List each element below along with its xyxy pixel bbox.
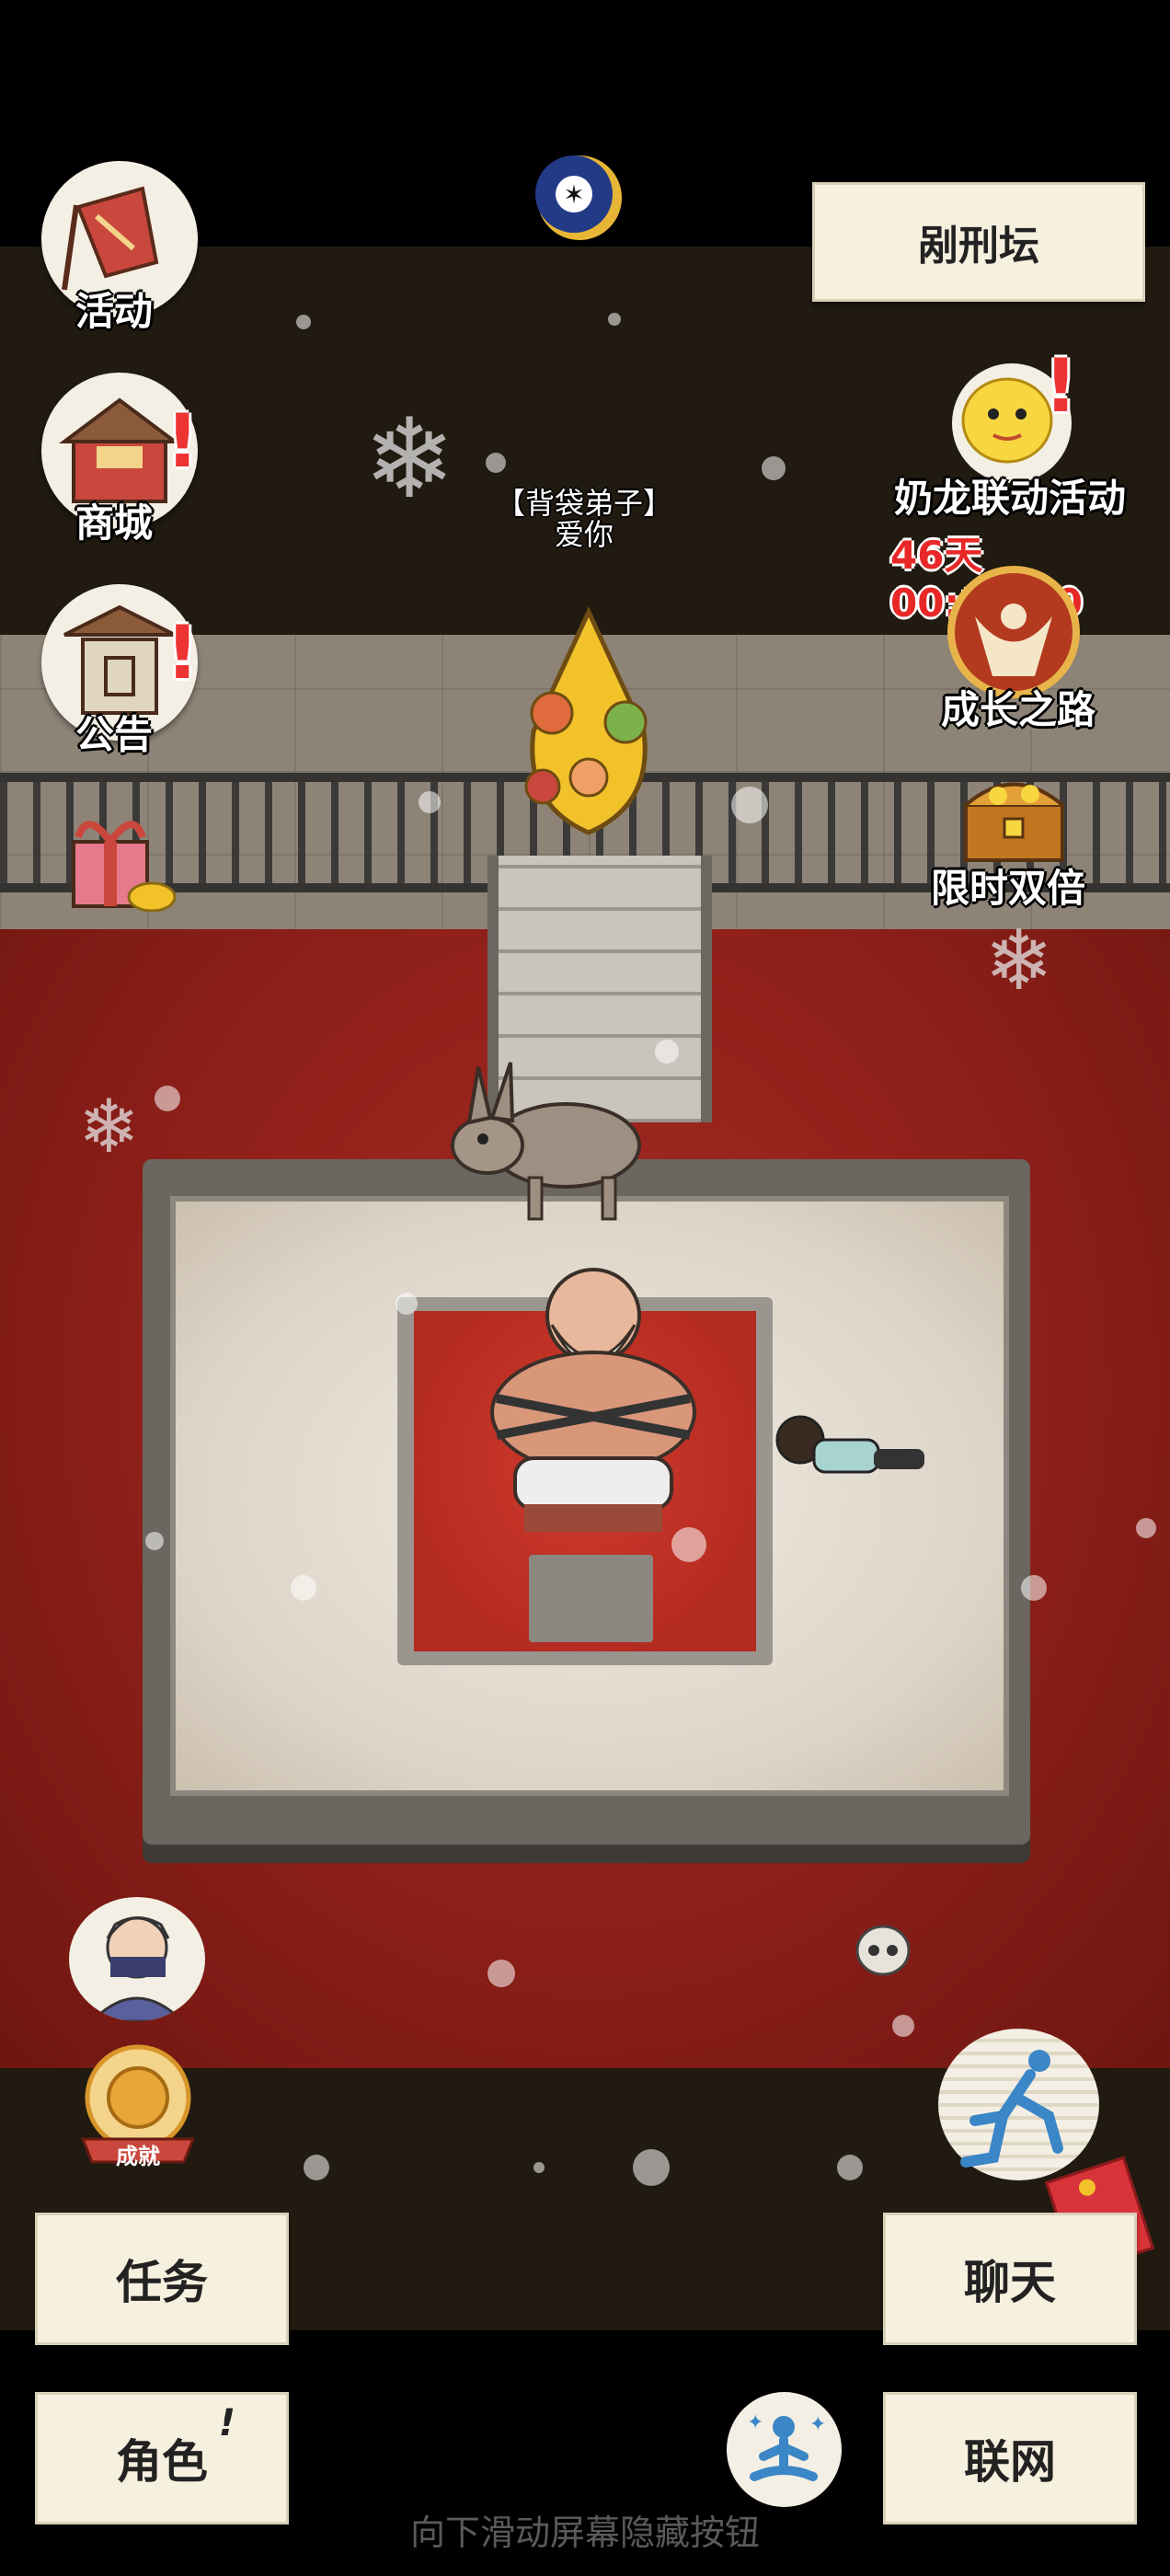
svg-text:✶: ✶ [563,179,584,210]
fallen-disciple[interactable] [773,1398,929,1509]
snow-dot [145,1532,164,1550]
snow-dot [304,2155,329,2180]
night-mode-icon[interactable]: ✶ [533,152,633,244]
snow-dot [633,2149,670,2186]
snow-dot [155,1086,180,1111]
snow-dot [419,791,441,813]
snow-dot [608,313,621,326]
npc-nickname: 爱你 [554,517,614,552]
snowflake-icon: ❄ [78,1084,141,1169]
snowflake-icon: ❄ [363,396,456,523]
snow-dot [296,315,311,329]
snow-dot [533,2162,545,2173]
activity-label: 活动 [75,289,154,334]
character-alert-mark: ! [218,2402,235,2444]
snow-dot [488,1960,515,1987]
skull [855,1925,911,1976]
snow-dot [396,1293,418,1315]
chat-button[interactable]: 聊天 [883,2213,1137,2345]
character-label: 角色 [116,2435,208,2489]
location-title-button[interactable]: 剐刑坛 [812,182,1145,302]
auto-run-button[interactable] [938,2029,1099,2180]
svg-text:✦: ✦ [747,2411,763,2434]
shop-alert-badge: ! [166,398,200,484]
double-reward-label: 限时双倍 [931,866,1086,911]
growth-path-label: 成长之路 [941,687,1096,732]
achievement-label: 成就 [116,2144,160,2169]
treasure-chest-icon [964,782,1064,862]
snow-dot [671,1527,706,1562]
task-button[interactable]: 任务 [35,2213,289,2345]
notice-label: 公告 [75,712,154,757]
gift-button[interactable] [51,791,189,929]
chat-label: 聊天 [964,2256,1056,2309]
network-label: 联网 [964,2435,1056,2489]
double-reward-button[interactable] [947,759,1081,869]
svg-text:✦: ✦ [809,2413,826,2436]
running-man-icon [960,2050,1063,2168]
snow-dot [291,1575,316,1601]
meditate-button[interactable]: ✦ ✦ [727,2392,842,2507]
player-avatar[interactable] [69,1897,205,2021]
snow-dot [486,453,506,473]
snow-dot [1136,1518,1156,1538]
notice-alert-badge: ! [166,610,200,696]
npc-name-label: 【背袋弟子】 爱你 [478,488,690,550]
snow-dot [892,2015,914,2037]
donkey-npc[interactable] [446,1058,648,1224]
snow-dot [762,456,786,480]
snow-dot [837,2155,863,2180]
stone-block [529,1555,653,1642]
shop-label: 商城 [75,500,154,546]
npc-title: 【背袋弟子】 [495,486,672,521]
meditation-icon: ✦ ✦ [747,2411,826,2481]
task-label: 任务 [116,2256,208,2309]
yellow-bag-disciple[interactable] [497,603,681,851]
ninja-avatar-icon [89,1916,185,2021]
location-name: 剐刑坛 [918,223,1039,270]
achievement-button[interactable]: 成就 [74,2042,202,2171]
snowflake-icon: ❄ [984,913,1054,1009]
snow-dot [731,787,768,823]
event-alert-badge: ! [1044,343,1078,429]
chained-prisoner[interactable] [460,1260,727,1536]
gift-icon [72,821,177,913]
swipe-hint-text: 向下滑动屏幕隐藏按钮 [409,2513,760,2553]
snow-dot [1021,1575,1047,1601]
event-label: 奶龙联动活动 [894,476,1127,521]
snow-dot [655,1040,679,1064]
